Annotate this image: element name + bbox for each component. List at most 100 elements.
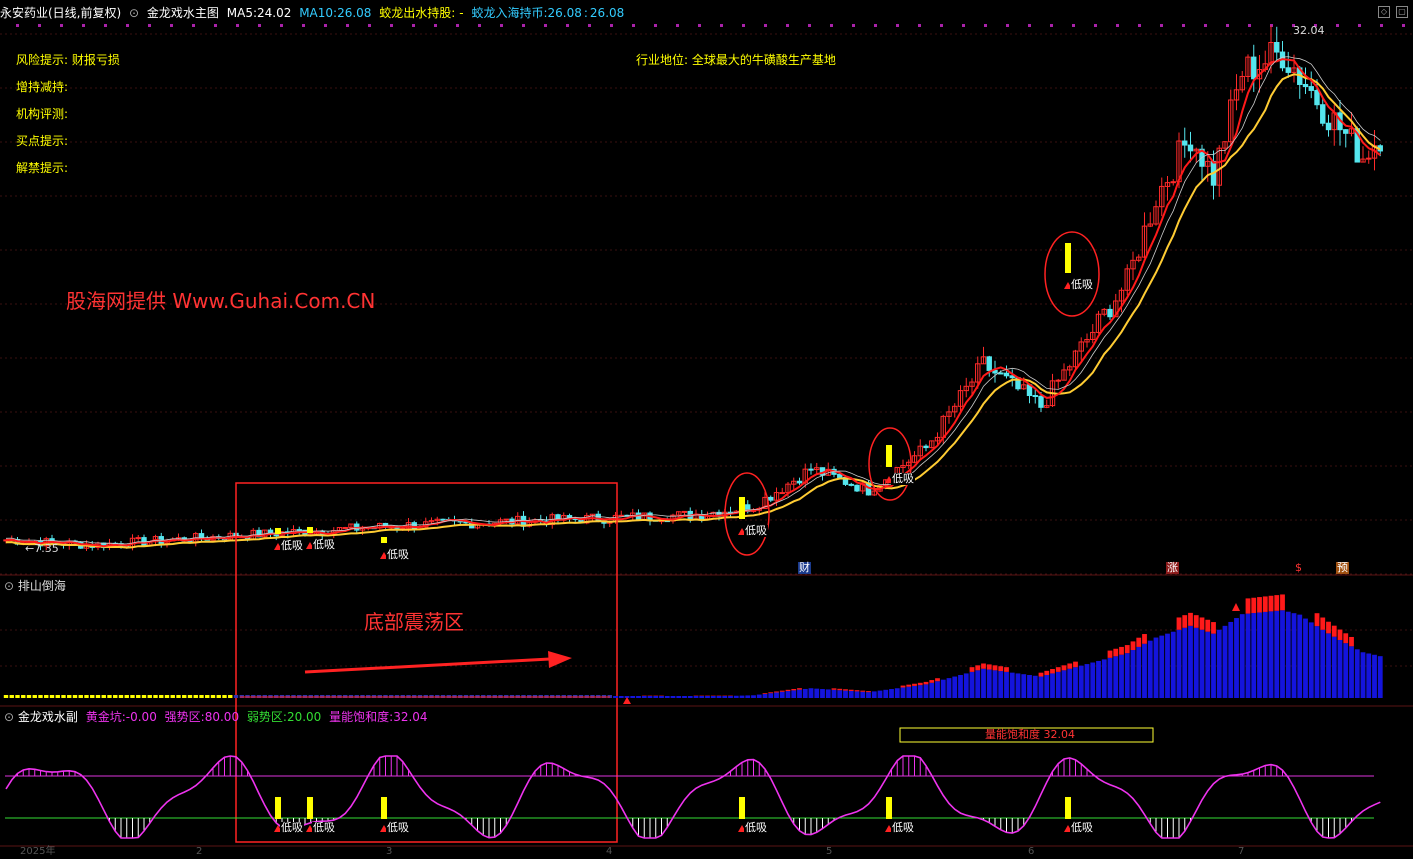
bottom-range-annotation: 底部震荡区	[364, 610, 464, 634]
top-marker-dot	[984, 24, 987, 27]
candle-body	[1326, 123, 1330, 129]
volume-bar	[96, 695, 100, 698]
volume-bar	[975, 670, 980, 698]
volume-bar-top	[1263, 596, 1268, 611]
candle-body	[1321, 105, 1325, 124]
limit-up-badge[interactable]: 涨	[1166, 562, 1179, 574]
volume-bar	[993, 670, 998, 698]
volume-bar-top	[906, 685, 911, 687]
annotation-arrow-head	[548, 651, 572, 668]
volume-bar	[10, 695, 14, 698]
top-marker-dot	[1050, 24, 1053, 27]
chart-canvas[interactable]	[0, 0, 1413, 854]
strong-zone-label: 强势区:	[165, 710, 205, 724]
top-marker-dot	[1138, 24, 1141, 27]
gold-pit-value: -0.00	[126, 710, 157, 724]
top-marker-dot	[896, 24, 899, 27]
volume-bar	[768, 693, 773, 698]
axis-month-5: 5	[826, 845, 832, 859]
volume-bar-top	[1315, 613, 1320, 626]
volume-bar	[56, 695, 60, 698]
earnings-badge[interactable]: 财	[798, 562, 811, 574]
volume-bar	[1343, 643, 1348, 698]
volume-bar	[1246, 614, 1251, 698]
forecast-badge[interactable]: 预	[1336, 562, 1349, 574]
panel2-title[interactable]: ⊙ 排山倒海	[4, 577, 66, 594]
candle-body	[1183, 141, 1187, 145]
top-marker-dot	[126, 24, 129, 27]
weak-zone-label: 弱势区:	[247, 710, 287, 724]
volume-bar	[849, 691, 854, 698]
top-marker-dot	[544, 24, 547, 27]
volume-bar	[1269, 611, 1274, 698]
axis-month-4: 4	[606, 845, 612, 859]
volume-bar	[1315, 626, 1320, 698]
volume-bar	[50, 695, 54, 698]
panel3-menu-icon[interactable]: ⊙	[4, 710, 14, 724]
top-marker-dot	[1336, 24, 1339, 27]
dividend-badge[interactable]: $	[1294, 562, 1303, 574]
top-marker-dot	[346, 24, 349, 27]
top-marker-dot	[236, 24, 239, 27]
candle-body	[849, 484, 853, 485]
volume-bar-top	[1067, 663, 1072, 668]
volume-bar	[1338, 640, 1343, 698]
volume-bar	[1154, 638, 1159, 698]
axis-year: 2025年	[20, 845, 55, 859]
volume-bar-top	[935, 678, 940, 681]
volume-bar	[803, 689, 808, 698]
volume-bar	[1016, 673, 1021, 698]
volume-bar	[1200, 630, 1205, 698]
volume-bar-top	[774, 691, 779, 692]
volume-bar	[234, 695, 238, 698]
top-marker-dot	[38, 24, 41, 27]
unlock-tip: 解禁提示:	[16, 161, 68, 175]
volume-bar-top	[1274, 595, 1279, 611]
top-marker-dot	[170, 24, 173, 27]
candle-body	[1252, 57, 1256, 79]
volume-bar	[1194, 628, 1199, 698]
volume-bar-top	[1125, 645, 1130, 653]
volume-bar	[872, 691, 877, 698]
sub-buy-signal-label: 低吸	[891, 822, 915, 834]
top-marker-dot	[676, 24, 679, 27]
top-marker-dot	[1402, 24, 1405, 27]
volume-bar-top	[1136, 638, 1141, 647]
signal-bar	[307, 527, 313, 533]
volume-bar	[1349, 646, 1354, 698]
volume-bar	[1108, 658, 1113, 698]
volume-bar	[671, 696, 676, 698]
top-marker-dot	[412, 24, 415, 27]
volume-bar	[659, 696, 664, 698]
volume-bar-top	[998, 666, 1003, 671]
volume-bar-top	[866, 691, 871, 692]
panel3-name: 金龙戏水副	[18, 710, 78, 724]
volume-bar	[809, 688, 814, 698]
top-marker-dot	[258, 24, 261, 27]
volume-bar	[1223, 626, 1228, 698]
volume-bar-top	[855, 690, 860, 691]
volume-bar	[906, 687, 911, 698]
volume-bar	[883, 690, 888, 698]
volume-bar	[786, 691, 791, 698]
top-marker-dot	[918, 24, 921, 27]
volume-bar	[15, 695, 19, 698]
volume-bar	[912, 686, 917, 698]
candle-body	[987, 357, 991, 371]
panel2-menu-icon[interactable]: ⊙	[4, 579, 14, 593]
volume-bar	[130, 695, 134, 698]
candle-body	[504, 519, 508, 520]
sub-buy-signal-label: 低吸	[386, 822, 410, 834]
volume-bar	[947, 678, 952, 698]
signal-bar	[739, 797, 745, 819]
volume-bar	[987, 670, 992, 698]
high-price-label: 32.04	[1293, 24, 1325, 38]
volume-bar	[159, 695, 163, 698]
volume-bar	[38, 695, 42, 698]
volume-bar	[61, 695, 65, 698]
signal-bar	[381, 797, 387, 819]
volume-bar-top	[912, 684, 917, 686]
volume-bar	[918, 685, 923, 698]
volume-bar	[1182, 628, 1187, 698]
volume-bar	[648, 696, 653, 698]
